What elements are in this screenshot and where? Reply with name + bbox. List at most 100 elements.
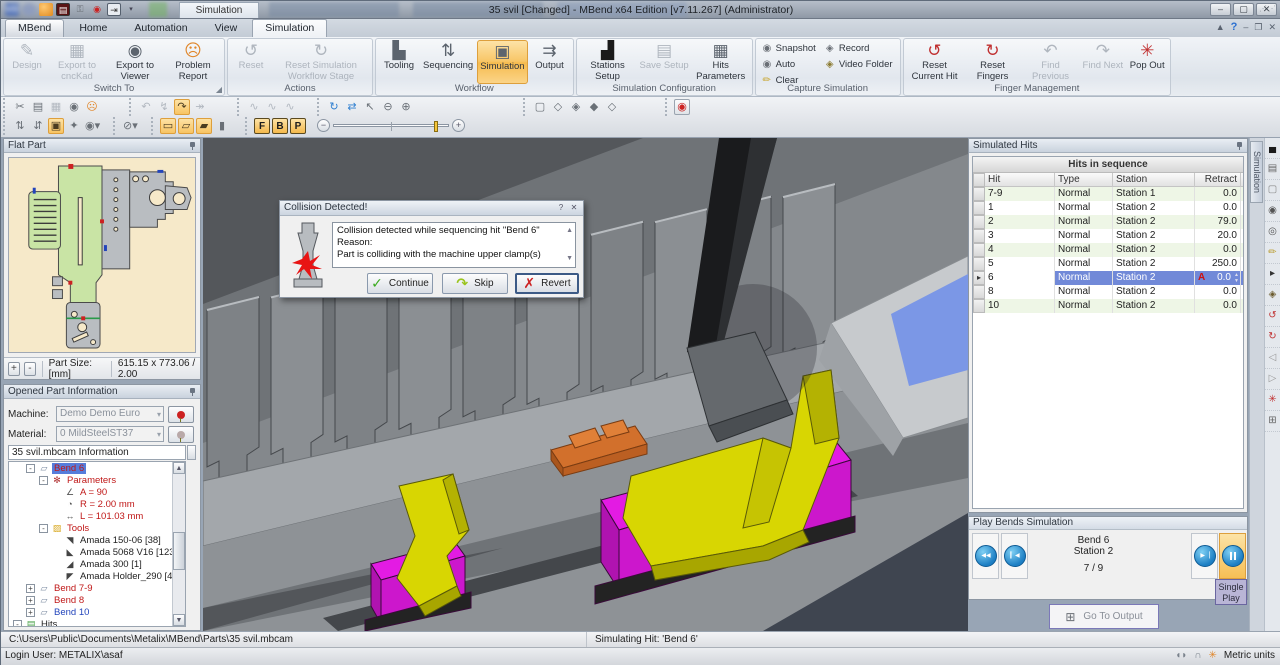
connection-icon[interactable]: ∩ [1194,650,1201,661]
info-header-button[interactable] [187,445,196,460]
view-nw-icon[interactable]: ◇ [550,99,566,115]
tab-view[interactable]: View [203,20,250,38]
qat-more-icon[interactable]: ▾ [124,3,138,16]
hit-row[interactable]: 8NormalStation 20.0 [973,285,1243,299]
show-tools-icon[interactable]: ▱ [178,118,194,134]
strip-pop-out-icon[interactable]: ✳ [1265,390,1280,411]
export-icon[interactable]: ▦ [48,99,64,115]
record-simulation-icon[interactable]: ◉ [674,99,690,115]
tab-simulation[interactable]: Simulation [252,19,327,37]
row-selector[interactable] [973,229,985,243]
ribbon-button-reset-fingers[interactable]: ↻Reset Fingers [965,40,1021,84]
tag-front-icon[interactable]: F [254,118,270,134]
show-flat-icon[interactable]: ▭ [160,118,176,134]
orbit-icon[interactable]: ⇄ [344,99,360,115]
view-sw-icon[interactable]: ◆ [586,99,602,115]
tab-automation[interactable]: Automation [122,20,199,38]
bend-skip-icon[interactable]: ↯ [156,99,172,115]
col-type[interactable]: Type [1055,173,1113,187]
dialog-launcher-icon[interactable]: ◢ [216,85,222,94]
view-ne-icon[interactable]: ◈ [568,99,584,115]
go-to-output-button[interactable]: ⊞ Go To Output [1049,604,1159,629]
tree-item-r-2-00-mm[interactable]: ◔R = 2.00 mm [9,498,185,510]
hit-row[interactable]: 10NormalStation 20.0 [973,299,1243,313]
units-indicator[interactable]: Metric units [1224,650,1275,661]
view-se-icon[interactable]: ◇ [604,99,620,115]
ribbon-button-hits-parameters[interactable]: ▦Hits Parameters [693,40,749,84]
license-icon[interactable]: ✳ [1208,650,1216,661]
tree-item-amada-150-06-38-[interactable]: ◥Amada 150-06 [38] [9,534,185,546]
row-selector[interactable] [973,299,985,313]
slider-handle[interactable] [434,121,438,132]
retract-spinner[interactable]: ▲▼ [1233,272,1240,284]
ribbon-button-output[interactable]: ⇉Output [530,40,570,84]
material-select[interactable]: 0 MildSteelST37 [56,426,164,442]
flat-part-preview[interactable] [8,157,196,353]
support-icon[interactable]: ◖◗ [1175,650,1187,661]
strip-record-icon[interactable]: ▸ [1265,264,1280,285]
iso-view-icon[interactable]: ▢ [532,99,548,115]
row-selector[interactable] [973,243,985,257]
wave-c-icon[interactable]: ∿ [282,99,298,115]
show-part-icon[interactable]: ▣ [48,118,64,134]
maximize-button[interactable]: ▢ [1233,3,1254,16]
sort-up-icon[interactable]: ⇅ [12,118,28,134]
ribbon-button-pop-out[interactable]: ✳Pop Out [1127,40,1167,84]
help-icon[interactable]: ? [1231,21,1238,33]
strip-stations-icon[interactable]: ▄ [1265,138,1280,159]
ribbon-button-auto[interactable]: ◉Auto [760,57,819,72]
expand-toggle-icon[interactable]: - [13,620,22,628]
ribbon-button-save-setup[interactable]: ▤Save Setup [638,40,691,84]
mdi-restore-icon[interactable]: ❐ [1254,22,1262,33]
ribbon-button-video-folder[interactable]: ◈Video Folder [823,57,896,72]
ribbon-button-find-previous[interactable]: ↶Find Previous [1023,40,1079,84]
pin-icon[interactable] [1236,142,1243,150]
next-hit-button[interactable]: ▶▕ [1191,533,1218,579]
strip-video-folder-icon[interactable]: ◈ [1265,285,1280,306]
ribbon-button-reset-current-hit[interactable]: ↺Reset Current Hit [907,40,963,84]
expand-toggle-icon[interactable]: - [26,464,35,473]
tree-scrollbar[interactable]: ▲ ▼ [172,462,185,626]
simulated-hits-header[interactable]: Simulated Hits [969,139,1247,153]
row-selector[interactable] [973,285,985,299]
expand-toggle-icon[interactable]: - [39,524,48,533]
hit-row[interactable]: 5NormalStation 2250.0 [973,257,1243,271]
mdi-minimize-icon[interactable]: – [1243,22,1248,32]
strip-reset-hit-icon[interactable]: ↺ [1265,306,1280,327]
resize-grip[interactable]: ⋰⋰ [1259,4,1277,13]
col-hit[interactable]: Hit [985,173,1055,187]
pin-icon[interactable] [189,142,196,150]
bend-forward-icon[interactable]: ↠ [192,99,208,115]
ribbon-button-tooling[interactable]: ▙Tooling [379,40,419,84]
hit-row[interactable]: 7-9NormalStation 10.0 [973,187,1243,201]
wave-a-icon[interactable]: ∿ [246,99,262,115]
zoom-window-icon[interactable]: ⊕ [398,99,414,115]
machine-select[interactable]: Demo Demo Euro [56,406,164,422]
msg-scroll-up-icon[interactable]: ▲ [566,225,573,237]
bend-back-icon[interactable]: ↶ [138,99,154,115]
view-zoom-slider[interactable]: −+ [317,119,465,134]
operator-icon[interactable]: ✦ [66,118,82,134]
strip-save-icon[interactable]: ▤ [1265,159,1280,180]
continue-button[interactable]: ✓ Continue [367,273,433,294]
col-station[interactable]: Station [1113,173,1195,187]
tab-home[interactable]: Home [67,20,119,38]
expand-toggle-icon[interactable]: - [39,476,48,485]
viewer-eye-icon[interactable]: ◉ [66,99,82,115]
minimize-button[interactable]: – [1210,3,1231,16]
show-fingers-icon[interactable]: ▰ [196,118,212,134]
machine-pin-button[interactable] [168,406,194,423]
collapse-ribbon-icon[interactable]: ▲ [1216,22,1225,32]
row-selector[interactable] [973,215,985,229]
strip-find-prev-icon[interactable]: ◁ [1265,348,1280,369]
ribbon-button-problem-report[interactable]: ☹Problem Report [165,40,221,84]
expand-toggle-icon[interactable]: + [26,584,35,593]
sort-down-icon[interactable]: ⇵ [30,118,46,134]
tree-item-l-101-03-mm[interactable]: ↔L = 101.03 mm [9,510,185,522]
scroll-up-icon[interactable]: ▲ [173,462,185,474]
tree-item-amada-5068-v16-123-[interactable]: ◣Amada 5068 V16 [123] [9,546,185,558]
strip-hits-params-icon[interactable]: ▢ [1265,180,1280,201]
ribbon-button-reset-simulation-workflow-stage[interactable]: ↻Reset Simulation Workflow Stage [273,40,369,84]
tree-item-amada-holder-290-4-[interactable]: ◤Amada Holder_290 [4] [9,570,185,582]
mdi-close-icon[interactable]: ✕ [1268,22,1276,33]
